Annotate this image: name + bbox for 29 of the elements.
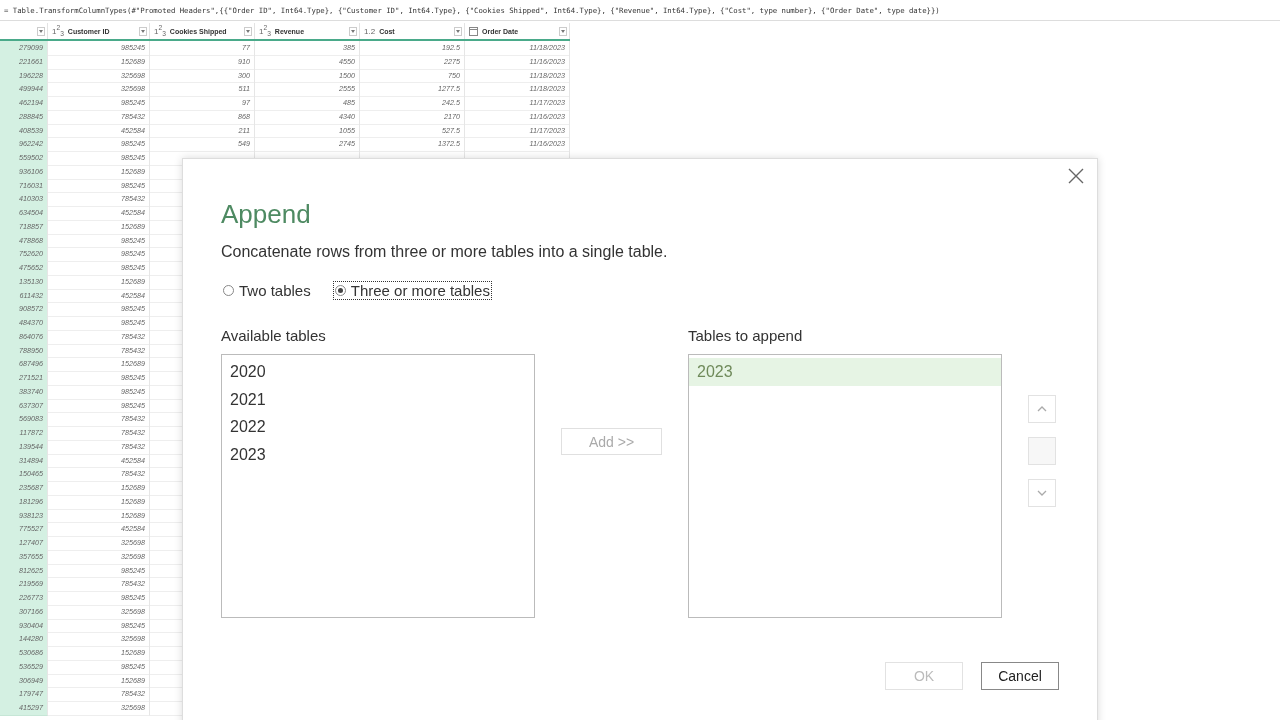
filter-dropdown[interactable] [244, 26, 252, 36]
close-icon[interactable] [1067, 167, 1085, 185]
list-item[interactable]: 2023 [222, 440, 534, 468]
filter-dropdown[interactable] [454, 26, 462, 36]
filter-dropdown[interactable] [37, 26, 45, 36]
type-icon[interactable]: 1.2 [364, 26, 376, 36]
chevron-up-icon [1037, 406, 1047, 412]
caret-icon [141, 29, 145, 33]
radio-option[interactable]: Two tables [221, 280, 313, 300]
caret-icon [456, 29, 460, 33]
radio-option[interactable]: Three or more tables [332, 280, 492, 300]
list-item[interactable]: 2022 [222, 413, 534, 441]
list-label: Available tables [221, 326, 327, 346]
chevron-down-icon [1037, 490, 1047, 496]
dialog-title: Append [221, 198, 312, 231]
calendar-icon[interactable] [469, 26, 478, 36]
list-item[interactable]: 2020 [222, 358, 534, 386]
dialog-button[interactable]: Cancel [981, 662, 1059, 690]
filter-dropdown[interactable] [139, 26, 147, 36]
available-tables-list[interactable]: 2020 2021 2022 2023 [221, 354, 535, 618]
caret-icon [246, 29, 250, 33]
caret-icon [561, 29, 565, 33]
filter-dropdown[interactable] [349, 26, 357, 36]
caret-icon [39, 29, 43, 33]
caret-icon [351, 29, 355, 33]
list-label: Tables to append [688, 326, 804, 346]
dialog-description: Concatenate rows from three or more tables into a single table. [221, 242, 669, 262]
list-item[interactable]: 2021 [222, 385, 534, 413]
filter-dropdown[interactable] [559, 26, 567, 36]
